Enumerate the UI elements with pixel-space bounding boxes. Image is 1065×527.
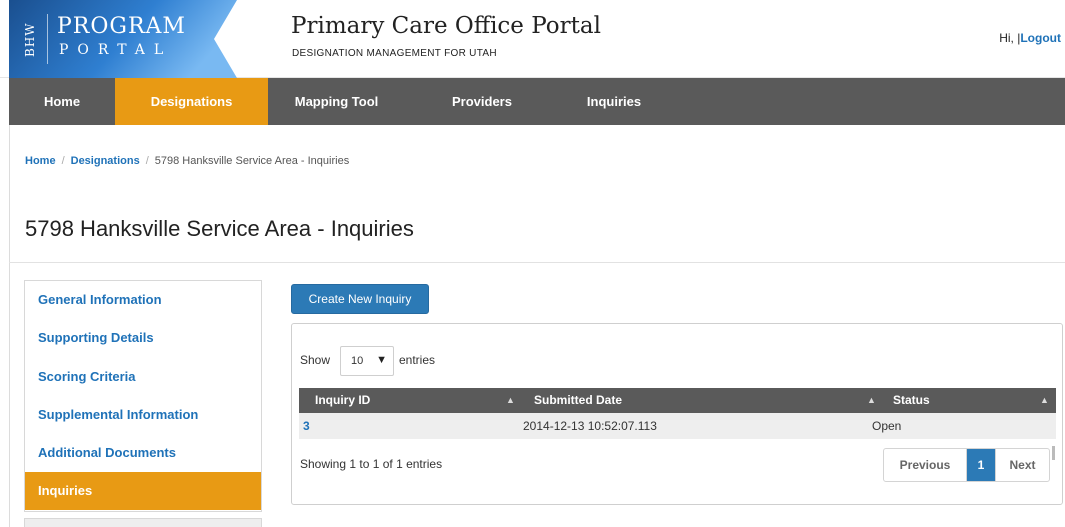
sidebar-item-supporting-details[interactable]: Supporting Details [25,319,261,357]
site-title: Primary Care Office Portal [291,13,601,39]
scrollbar-thumb[interactable] [1052,446,1055,460]
bhw-program-portal-logo[interactable]: BHW PROGRAM PORTAL [9,0,237,78]
breadcrumb-current: 5798 Hanksville Service Area - Inquiries [154,155,350,167]
sidebar-item-scoring-criteria[interactable]: Scoring Criteria [25,358,261,396]
page-1-button[interactable]: 1 [967,449,995,481]
logo-background [9,0,237,78]
site-header: BHW PROGRAM PORTAL Primary Care Office P… [0,0,1065,78]
sidebar-item-supplemental-information[interactable]: Supplemental Information [25,396,261,434]
entries-label: entries [399,353,436,367]
next-page-button[interactable]: Next [996,449,1049,481]
nav-inquiries[interactable]: Inquiries [569,78,659,125]
sidebar-item-inquiries[interactable]: Inquiries [25,472,261,510]
sort-icon[interactable]: ▲ [1040,388,1049,413]
logo-portal-text: PORTAL [59,42,173,58]
sort-icon[interactable]: ▲ [867,388,876,413]
logo-bhw-text: BHW [23,22,37,58]
sidebar-extra-panel [24,518,262,527]
nav-home[interactable]: Home [9,78,115,125]
main-nav: Home Designations Mapping Tool Providers… [9,78,1065,125]
greeting-text: Hi, | [999,31,1021,45]
status-cell: Open [872,419,902,433]
breadcrumb-separator: / [61,155,65,167]
previous-page-button[interactable]: Previous [884,449,966,481]
column-header-status[interactable]: Status [893,388,930,413]
breadcrumb-designations[interactable]: Designations [71,155,140,167]
logout-link[interactable]: Logout [1020,31,1061,45]
logo-divider [47,14,48,64]
table-row: 3 2014-12-13 10:52:07.113 Open [299,413,1056,439]
dropdown-arrow-icon: ▼ [376,354,387,366]
breadcrumb-separator: / [145,155,149,167]
site-subtitle: DESIGNATION MANAGEMENT FOR UTAH [292,48,497,59]
pagination: Previous 1 Next [883,448,1050,482]
page-title: 5798 Hanksville Service Area - Inquiries [25,216,414,241]
table-header: Inquiry ID ▲ Submitted Date ▲ Status ▲ [299,388,1056,413]
create-new-inquiry-button[interactable]: Create New Inquiry [291,284,429,314]
breadcrumb-home[interactable]: Home [25,155,56,167]
submitted-date-cell: 2014-12-13 10:52:07.113 [523,419,657,433]
sort-asc-icon[interactable]: ▲ [506,388,515,413]
nav-designations[interactable]: Designations [115,78,268,125]
divider [9,262,1065,263]
nav-providers[interactable]: Providers [437,78,527,125]
show-label: Show [300,353,331,367]
page-size-value: 10 [351,355,364,367]
table-info: Showing 1 to 1 of 1 entries [300,457,443,471]
column-header-submitted-date[interactable]: Submitted Date [534,388,622,413]
sidebar-item-additional-documents[interactable]: Additional Documents [25,434,261,472]
page-size-select[interactable]: 10 ▼ [340,346,394,376]
sidebar-item-general-information[interactable]: General Information [25,281,261,319]
logo-program-text: PROGRAM [57,14,186,39]
inquiries-panel: Show 10 ▼ entries Inquiry ID ▲ Submitted… [291,323,1063,505]
breadcrumb: Home / Designations / 5798 Hanksville Servic… [25,155,349,167]
inquiry-id-link[interactable]: 3 [303,413,310,439]
nav-mapping-tool[interactable]: Mapping Tool [279,78,394,125]
designation-sidebar: General Information Supporting Details S… [24,280,262,512]
column-header-inquiry-id[interactable]: Inquiry ID [315,388,370,413]
user-area: Hi, |Logout [999,31,1061,45]
